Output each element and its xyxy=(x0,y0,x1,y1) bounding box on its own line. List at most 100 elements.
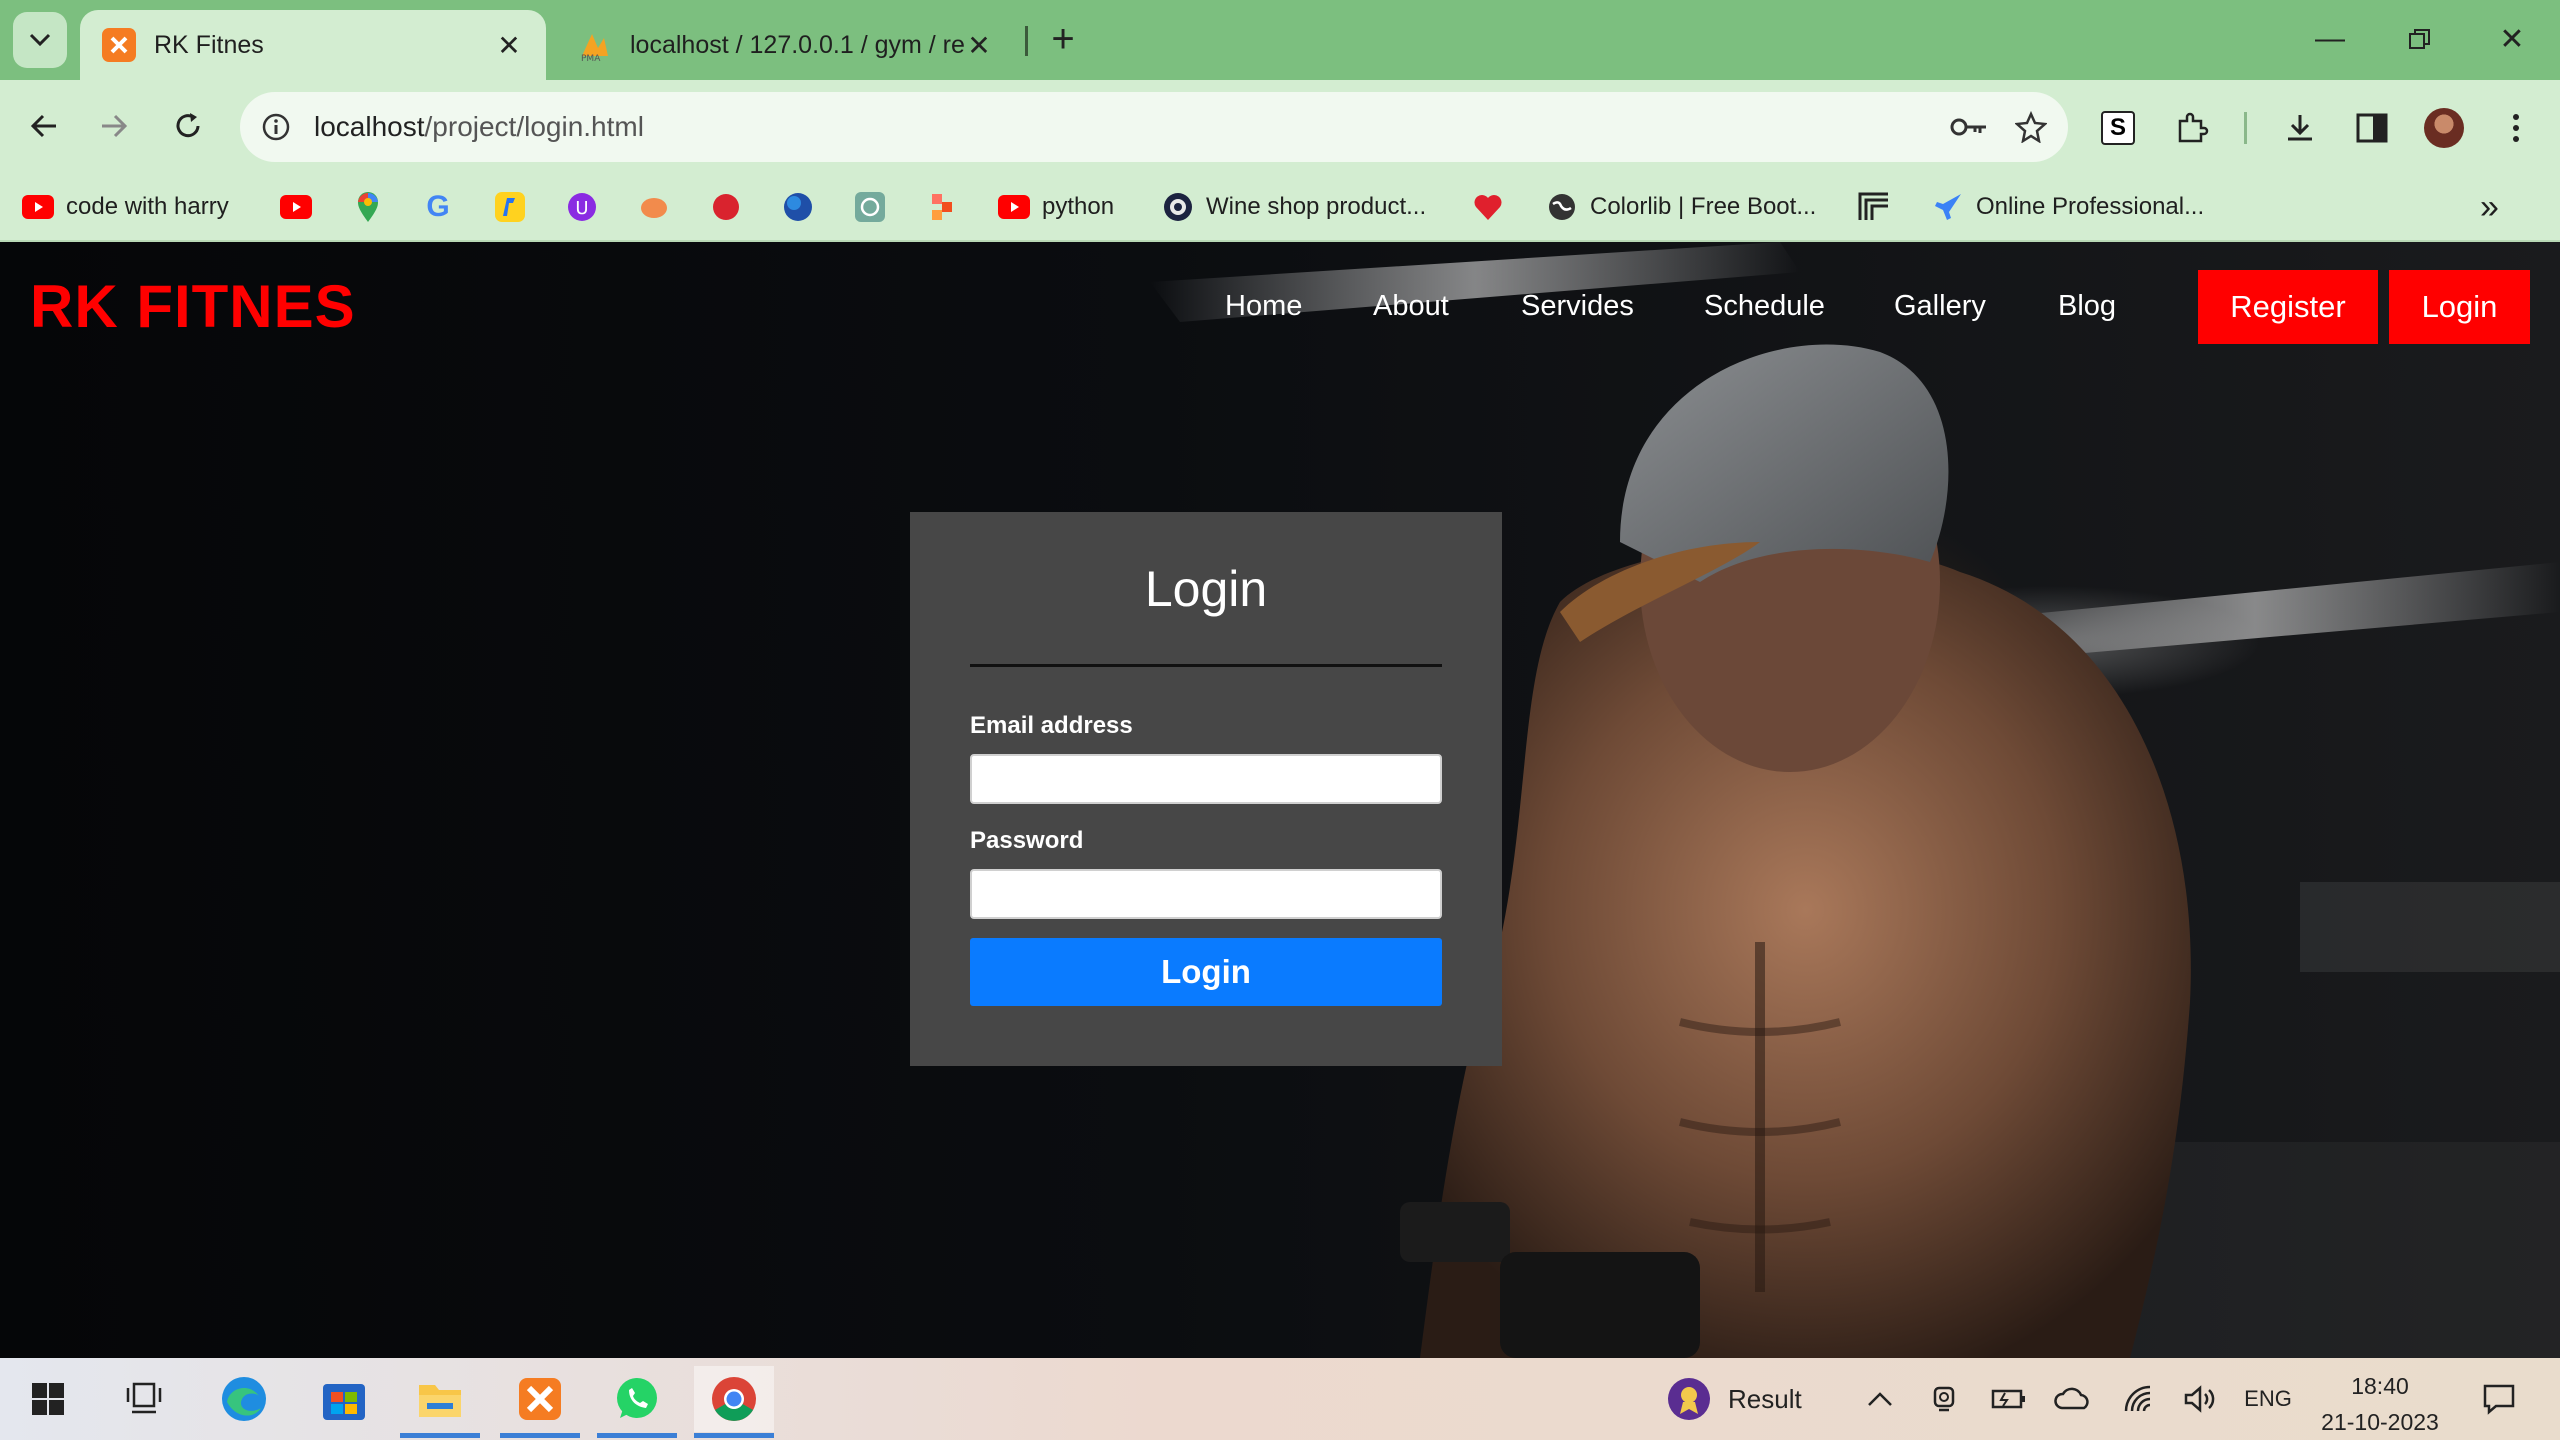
nav-schedule[interactable]: Schedule xyxy=(1704,290,1825,323)
youtube-icon xyxy=(22,191,54,223)
battery-icon[interactable] xyxy=(1986,1378,2030,1420)
u-icon: U xyxy=(566,191,598,223)
clock-time: 18:40 xyxy=(2351,1373,2409,1399)
windows-taskbar: Result ENG 18:40 21-10-2023 xyxy=(0,1358,2560,1440)
microsoft-store-icon[interactable] xyxy=(304,1366,384,1432)
bookmark-figma[interactable] xyxy=(926,182,958,232)
bookmark-youtube[interactable] xyxy=(280,182,312,232)
bookmark-blue[interactable] xyxy=(782,182,814,232)
language-indicator[interactable]: ENG xyxy=(2240,1378,2296,1420)
file-explorer-icon[interactable] xyxy=(400,1366,480,1438)
phpmyadmin-icon: PMA xyxy=(578,28,612,62)
login-nav-button[interactable]: Login xyxy=(2389,270,2530,344)
nav-gallery[interactable]: Gallery xyxy=(1894,290,1986,323)
bookmark-red[interactable] xyxy=(710,182,742,232)
result-widget[interactable]: Result xyxy=(1666,1378,1802,1420)
register-button[interactable]: Register xyxy=(2198,270,2378,344)
xampp-icon xyxy=(102,28,136,62)
chrome-icon[interactable] xyxy=(694,1366,774,1438)
tab-rk-fitnes[interactable]: RK Fitnes ✕ xyxy=(80,10,546,80)
bookmarks-overflow-icon[interactable]: » xyxy=(2480,182,2499,232)
bookmark-online-professional[interactable]: Online Professional... xyxy=(1932,182,2204,232)
globe-icon xyxy=(1546,191,1578,223)
menu-kebab-icon[interactable] xyxy=(2490,102,2542,154)
bookmark-orange[interactable] xyxy=(638,182,670,232)
google-icon: G xyxy=(426,190,450,223)
tab-phpmyadmin[interactable]: PMA localhost / 127.0.0.1 / gym / reg ✕ xyxy=(556,10,1016,80)
close-icon[interactable]: ✕ xyxy=(494,29,524,62)
new-tab-button[interactable]: + xyxy=(1040,16,1086,62)
address-bar[interactable]: localhost/project/login.html xyxy=(240,92,2068,162)
site-logo[interactable]: RK FITNES xyxy=(30,272,356,341)
tab-separator xyxy=(1025,26,1028,56)
login-submit-button[interactable]: Login xyxy=(970,938,1442,1006)
youtube-icon xyxy=(998,191,1030,223)
task-view-icon[interactable] xyxy=(104,1366,184,1432)
bookmark-u[interactable]: U xyxy=(566,182,598,232)
orange-blob-icon xyxy=(638,191,670,223)
email-label: Email address xyxy=(970,712,1133,739)
chatgpt-icon xyxy=(854,191,886,223)
svg-text:PMA: PMA xyxy=(581,54,601,62)
result-badge-icon xyxy=(1668,1378,1710,1420)
restore-icon[interactable] xyxy=(2390,14,2450,64)
reload-icon[interactable] xyxy=(162,100,214,152)
windows-start-icon[interactable] xyxy=(8,1366,88,1432)
password-input[interactable] xyxy=(970,869,1442,919)
taskbar-clock[interactable]: 18:40 21-10-2023 xyxy=(2310,1368,2450,1440)
notifications-icon[interactable] xyxy=(2474,1378,2524,1420)
nav-about[interactable]: About xyxy=(1373,290,1449,323)
heart-icon xyxy=(1472,191,1504,223)
back-icon[interactable] xyxy=(18,100,70,152)
youtube-icon xyxy=(280,191,312,223)
window-close-icon[interactable]: ✕ xyxy=(2482,14,2542,64)
forward-icon[interactable] xyxy=(88,100,140,152)
bookmark-google[interactable]: G xyxy=(422,182,454,232)
email-input[interactable] xyxy=(970,754,1442,804)
s-extension-icon[interactable]: S xyxy=(2092,102,2144,154)
svg-text:U: U xyxy=(575,198,588,219)
password-label: Password xyxy=(970,827,1084,854)
nav-services[interactable]: Servides xyxy=(1521,290,1634,323)
bookmark-star-icon[interactable] xyxy=(2006,102,2056,152)
bookmarks-bar: code with harry G U python Wine shop pro… xyxy=(0,174,2560,242)
bookmark-chatgpt[interactable] xyxy=(854,182,886,232)
volume-icon[interactable] xyxy=(2180,1378,2220,1420)
bookmark-maps[interactable] xyxy=(352,182,384,232)
bookmark-code-with-harry[interactable]: code with harry xyxy=(22,182,229,232)
tab-title: localhost / 127.0.0.1 / gym / reg xyxy=(630,30,964,59)
wifi-icon[interactable] xyxy=(2118,1378,2158,1420)
bookmark-python[interactable]: python xyxy=(998,182,1114,232)
chevron-down-icon xyxy=(29,33,51,47)
flipkart-icon xyxy=(494,191,526,223)
minimize-icon[interactable]: — xyxy=(2300,14,2360,64)
rocket-icon xyxy=(1932,191,1964,223)
browser-tab-strip: RK Fitnes ✕ PMA localhost / 127.0.0.1 / … xyxy=(0,0,2560,80)
password-key-icon[interactable] xyxy=(1944,102,1994,152)
bookmark-flipkart[interactable] xyxy=(494,182,526,232)
xampp-taskbar-icon[interactable] xyxy=(500,1366,580,1438)
site-info-icon[interactable] xyxy=(256,107,296,147)
bookmark-colorlib[interactable]: Colorlib | Free Boot... xyxy=(1546,182,1816,232)
download-icon[interactable] xyxy=(2274,102,2326,154)
bookmark-wine-shop[interactable]: Wine shop product... xyxy=(1162,182,1426,232)
maps-icon xyxy=(352,191,384,223)
tab-search-button[interactable] xyxy=(13,12,67,68)
nav-home[interactable]: Home xyxy=(1225,290,1302,323)
url-text: localhost/project/login.html xyxy=(314,111,644,142)
profile-avatar[interactable] xyxy=(2418,102,2470,154)
close-icon[interactable]: ✕ xyxy=(964,29,994,62)
show-hidden-icons-icon[interactable] xyxy=(1860,1378,1900,1420)
side-panel-icon[interactable] xyxy=(2346,102,2398,154)
extensions-puzzle-icon[interactable] xyxy=(2166,102,2218,154)
wine-icon xyxy=(1162,191,1194,223)
whatsapp-icon[interactable] xyxy=(597,1366,677,1438)
meet-now-icon[interactable] xyxy=(1924,1378,1964,1420)
bookmark-heart[interactable] xyxy=(1472,182,1504,232)
nav-blog[interactable]: Blog xyxy=(2058,290,2116,323)
bookmark-f-logo[interactable] xyxy=(1858,182,1890,232)
tab-title: RK Fitnes xyxy=(154,30,264,59)
red-blob-icon xyxy=(710,191,742,223)
onedrive-cloud-icon[interactable] xyxy=(2050,1378,2096,1420)
edge-icon[interactable] xyxy=(204,1366,284,1432)
